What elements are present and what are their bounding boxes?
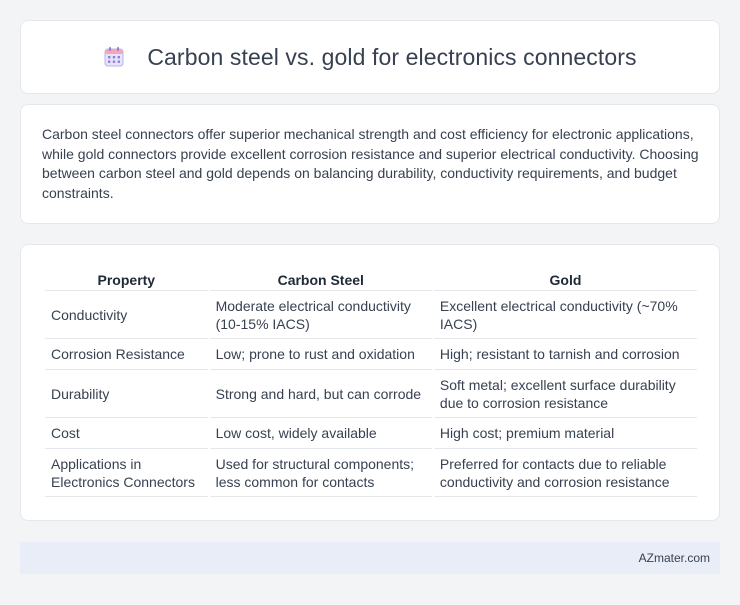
cell-property: Cost	[45, 418, 208, 449]
footer: AZmater.com	[20, 542, 720, 574]
intro-card: Carbon steel connectors offer superior m…	[20, 104, 720, 224]
header-card: Carbon steel vs. gold for electronics co…	[20, 20, 720, 94]
cell-gold: High cost; premium material	[433, 418, 697, 449]
cell-property: Durability	[45, 370, 208, 418]
table-row: Durability Strong and hard, but can corr…	[45, 370, 697, 418]
cell-carbon-steel: Low cost, widely available	[209, 418, 432, 449]
page-title: Carbon steel vs. gold for electronics co…	[147, 43, 637, 70]
header-gold: Gold	[433, 265, 697, 291]
cell-carbon-steel: Strong and hard, but can corrode	[209, 370, 432, 418]
cell-gold: Excellent electrical conductivity (~70% …	[433, 291, 697, 339]
cell-carbon-steel: Low; prone to rust and oxidation	[209, 339, 432, 370]
table-header-row: Property Carbon Steel Gold	[45, 265, 697, 291]
table-row: Corrosion Resistance Low; prone to rust …	[45, 339, 697, 370]
cell-gold: High; resistant to tarnish and corrosion	[433, 339, 697, 370]
cell-property: Corrosion Resistance	[45, 339, 208, 370]
footer-brand: AZmater.com	[638, 551, 710, 565]
cell-property: Applications in Electronics Connectors	[45, 449, 208, 497]
cell-carbon-steel: Moderate electrical conductivity (10-15%…	[209, 291, 432, 339]
cell-carbon-steel: Used for structural components; less com…	[209, 449, 432, 497]
table-row: Cost Low cost, widely available High cos…	[45, 418, 697, 449]
comparison-card: Property Carbon Steel Gold Conductivity …	[20, 244, 720, 521]
comparison-table: Property Carbon Steel Gold Conductivity …	[43, 265, 699, 497]
calendar-icon	[103, 46, 125, 68]
cell-property: Conductivity	[45, 291, 208, 339]
cell-gold: Soft metal; excellent surface durability…	[433, 370, 697, 418]
table-row: Conductivity Moderate electrical conduct…	[45, 291, 697, 339]
header-property: Property	[45, 265, 208, 291]
table-row: Applications in Electronics Connectors U…	[45, 449, 697, 497]
cell-gold: Preferred for contacts due to reliable c…	[433, 449, 697, 497]
intro-text: Carbon steel connectors offer superior m…	[42, 126, 699, 201]
header-carbon-steel: Carbon Steel	[209, 265, 432, 291]
